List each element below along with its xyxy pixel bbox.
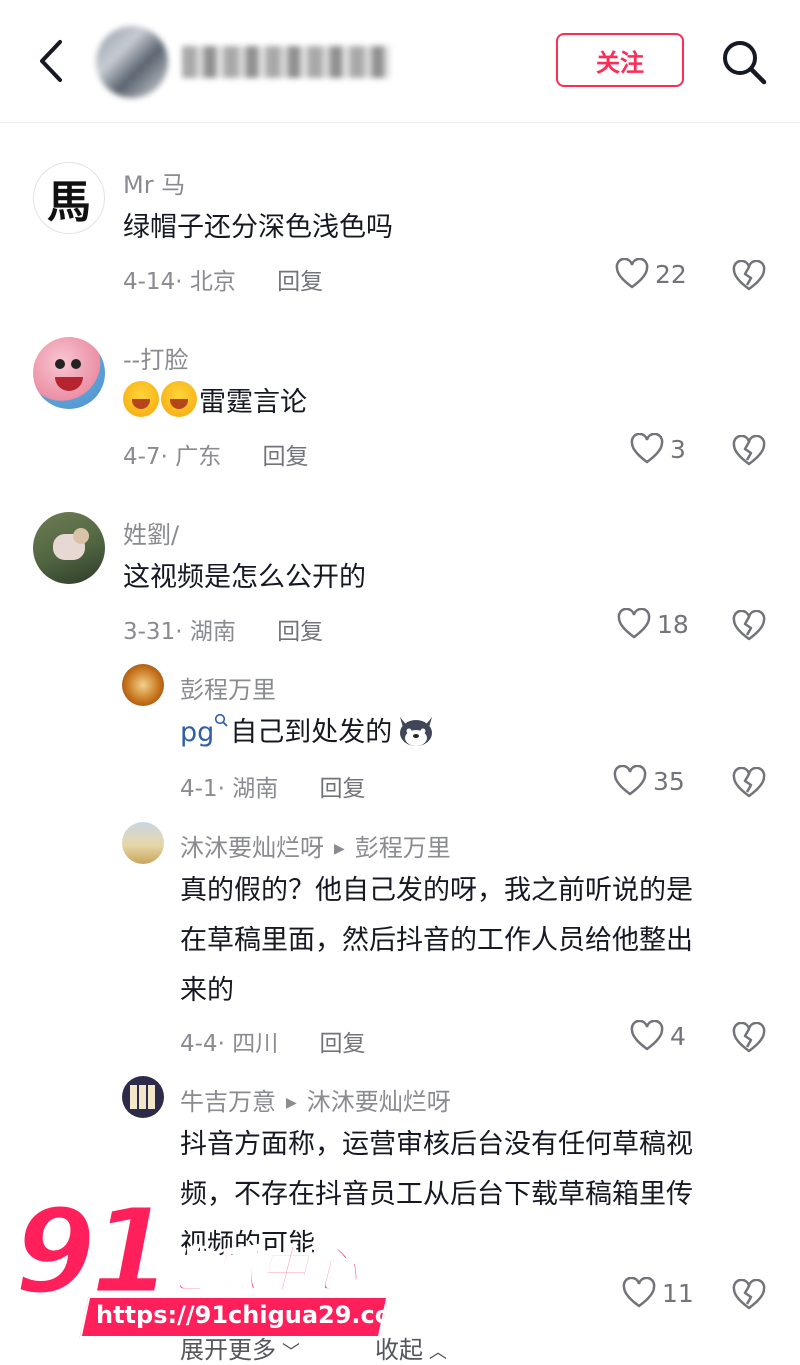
replier-name-text[interactable]: 牛吉万意	[180, 1088, 276, 1116]
replier-name-text[interactable]: 沐沐要灿烂呀	[180, 834, 324, 862]
reply-text-line: 在草稿里面，然后抖音的工作人员给他整出	[180, 925, 693, 956]
comment-date: 4-7	[123, 444, 161, 470]
dislike-broken-heart-icon[interactable]	[732, 435, 766, 467]
husky-dog-emoji-icon	[400, 717, 433, 746]
profile-avatar[interactable]	[96, 26, 168, 98]
reply-location: 湖南	[232, 776, 279, 802]
like-count: 18	[657, 609, 689, 639]
comment-meta: 4-7· 广东 回复	[123, 444, 309, 470]
commenter-avatar[interactable]	[33, 337, 105, 409]
comment-date: 4-14	[123, 269, 176, 295]
reply-text-line: 抖音方面称，运营审核后台没有任何草稿视	[180, 1129, 693, 1160]
back-arrow-icon[interactable]	[30, 36, 74, 86]
profile-name-blurred[interactable]	[182, 46, 390, 78]
watermark: 91 吃瓜中心 https://91chigua29.com	[0, 1181, 420, 1365]
small-search-icon[interactable]	[214, 713, 228, 727]
heart-icon	[630, 1020, 664, 1051]
replier-name[interactable]: 彭程万里	[180, 670, 276, 705]
reply-button[interactable]: 回复	[277, 269, 323, 295]
commenter-name[interactable]: Mr 马	[123, 165, 185, 200]
comment-text: 这视频是怎么公开的	[123, 562, 366, 593]
reply-meta: 4-4· 四川 回复	[180, 1031, 366, 1057]
like-button[interactable]: 18	[617, 608, 689, 640]
comment-meta: 3-31· 湖南 回复	[123, 619, 324, 645]
heart-icon	[630, 433, 664, 464]
heart-icon	[622, 1277, 656, 1308]
avatar-face-detail	[55, 377, 83, 391]
comment-text: 绿帽子还分深色浅色吗	[123, 212, 393, 243]
reply-location: 四川	[232, 1031, 279, 1057]
reply-button[interactable]: 回复	[277, 619, 323, 645]
top-bar: 关注	[0, 0, 800, 123]
replier-avatar[interactable]	[122, 822, 164, 864]
avatar-dog-detail	[73, 528, 89, 544]
heart-icon	[615, 258, 649, 289]
search-keyword-link[interactable]: pg	[180, 717, 214, 748]
commenter-avatar[interactable]: 馬	[33, 162, 105, 234]
comment-location: 湖南	[189, 619, 236, 645]
dislike-broken-heart-icon[interactable]	[732, 1022, 766, 1054]
replier-name: 牛吉万意 ▶ 沐沐要灿烂呀	[180, 1082, 451, 1117]
like-button[interactable]: 35	[613, 765, 685, 797]
comment-text: 雷霆言论	[123, 378, 307, 428]
laughing-crying-emoji-icon	[123, 381, 159, 417]
dislike-broken-heart-icon[interactable]	[732, 260, 766, 292]
reply-date: 4-4	[180, 1031, 218, 1057]
dislike-broken-heart-icon[interactable]	[732, 610, 766, 642]
commenter-name[interactable]: 姓劉/	[123, 515, 179, 550]
dislike-broken-heart-icon[interactable]	[732, 767, 766, 799]
reply-text-line: 来的	[180, 975, 234, 1006]
like-count: 11	[662, 1278, 694, 1308]
like-count: 3	[670, 434, 686, 464]
follow-button[interactable]: 关注	[556, 33, 684, 87]
reply-to-name[interactable]: 沐沐要灿烂呀	[307, 1088, 451, 1116]
avatar-face-detail	[71, 359, 81, 369]
like-count: 4	[670, 1021, 686, 1051]
avatar-tiles-detail	[130, 1085, 156, 1109]
commenter-name[interactable]: --打脸	[123, 340, 188, 375]
like-button[interactable]: 3	[630, 433, 686, 465]
like-button[interactable]: 11	[622, 1277, 694, 1309]
reply-button[interactable]: 回复	[263, 444, 309, 470]
replier-name: 沐沐要灿烂呀 ▶ 彭程万里	[180, 828, 451, 863]
comment-date: 3-31	[123, 619, 176, 645]
replier-avatar[interactable]	[122, 1076, 164, 1118]
comment-location: 北京	[189, 269, 236, 295]
search-icon[interactable]	[718, 36, 770, 88]
heart-icon	[617, 608, 651, 639]
laughing-crying-emoji-icon	[161, 381, 197, 417]
reply-button[interactable]: 回复	[320, 776, 366, 802]
reply-to-arrow-icon: ▶	[334, 841, 345, 857]
reply-button[interactable]: 回复	[320, 1031, 366, 1057]
commenter-avatar[interactable]	[33, 512, 105, 584]
reply-to-name[interactable]: 彭程万里	[355, 834, 451, 862]
comment-meta: 4-14· 北京 回复	[123, 269, 324, 295]
like-count: 35	[653, 766, 685, 796]
heart-icon	[613, 765, 647, 796]
replier-avatar[interactable]	[122, 664, 164, 706]
watermark-brand: 吃瓜中心	[157, 1240, 359, 1300]
avatar-glyph: 馬	[47, 177, 91, 228]
dislike-broken-heart-icon[interactable]	[732, 1279, 766, 1311]
reply-date: 4-1	[180, 776, 218, 802]
reply-text-content: 自己到处发的	[230, 717, 393, 748]
like-count: 22	[655, 259, 687, 289]
like-button[interactable]: 22	[615, 258, 687, 290]
comment-text-content: 雷霆言论	[199, 387, 307, 418]
watermark-url: https://91chigua29.com	[96, 1301, 417, 1329]
comment-location: 广东	[175, 444, 222, 470]
reply-to-arrow-icon: ▶	[286, 1095, 297, 1111]
reply-meta: 4-1· 湖南 回复	[180, 776, 366, 802]
reply-text-line: 真的假的？他自己发的呀，我之前听说的是	[180, 875, 693, 906]
reply-text: 真的假的？他自己发的呀，我之前听说的是 在草稿里面，然后抖音的工作人员给他整出 …	[180, 866, 770, 1016]
chevron-up-icon: ︿	[429, 1342, 447, 1363]
like-button[interactable]: 4	[630, 1020, 686, 1052]
avatar-face-detail	[55, 359, 65, 369]
reply-text: pg 自己到处发的	[180, 708, 436, 758]
